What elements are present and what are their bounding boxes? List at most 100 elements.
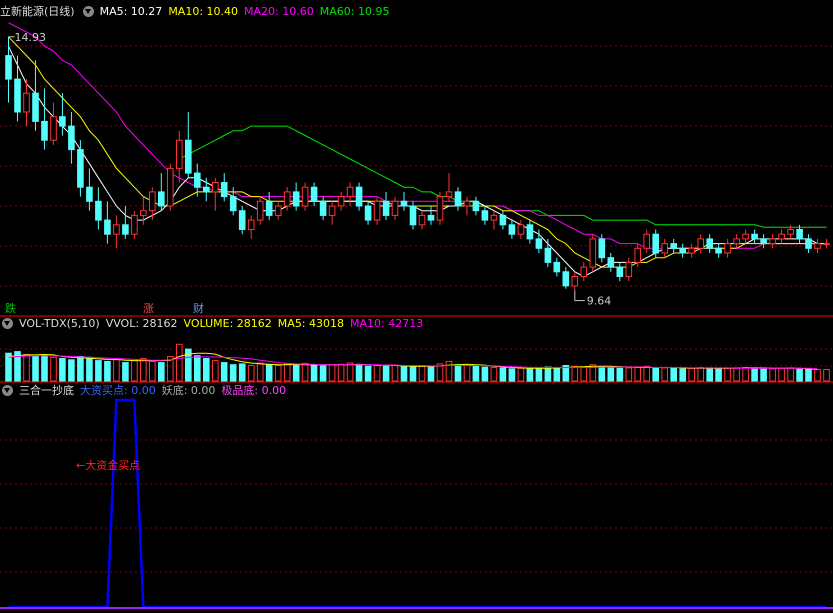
volume-bar <box>220 362 228 382</box>
volume-bar <box>445 360 453 382</box>
high-marker: 14.93 <box>14 31 46 44</box>
candle-body <box>131 214 138 235</box>
volume-bar <box>769 368 776 382</box>
candle-body <box>814 243 821 249</box>
buy-signal-line <box>8 398 827 609</box>
candle-body <box>445 191 453 198</box>
candle-body <box>220 182 228 198</box>
volume-bar <box>292 364 300 382</box>
candle-body <box>463 200 471 207</box>
candle-body <box>319 200 327 216</box>
candle-body <box>310 186 318 202</box>
candle-body <box>805 238 812 249</box>
volume-bar <box>688 367 696 382</box>
candle-body <box>140 210 147 216</box>
volume-bar <box>355 364 363 382</box>
candle-body <box>23 92 30 113</box>
volume-bar <box>382 365 390 382</box>
candle-body <box>760 238 767 245</box>
candle-body <box>14 78 21 113</box>
candle-body <box>409 205 417 226</box>
candle-body <box>301 186 309 207</box>
candle-body <box>481 210 489 221</box>
ma5-label: MA5: 10.27 <box>99 5 163 18</box>
vvol-label: VVOL: 28162 <box>105 317 178 330</box>
candle-body <box>373 200 381 221</box>
volume-bar <box>238 363 246 382</box>
candle-body <box>670 243 678 249</box>
volume-bar <box>805 368 812 382</box>
volume-bar <box>760 367 767 382</box>
candle-body <box>769 238 776 245</box>
candle-body <box>328 205 336 216</box>
volume-collapse-icon[interactable] <box>2 318 13 329</box>
indicator-collapse-icon[interactable] <box>2 385 13 396</box>
volume-bar <box>481 366 489 382</box>
volume-bar <box>364 365 372 382</box>
collapse-icon[interactable] <box>82 6 94 17</box>
volume-bar <box>409 366 417 382</box>
candle-body <box>436 196 444 221</box>
price-panel-header: 立新能源(日线) MA5: 10.27 MA10: 10.40 MA20: 10.60… <box>0 4 395 20</box>
candle-body <box>787 229 794 235</box>
candle-body <box>508 224 516 235</box>
volume-bar <box>68 359 75 382</box>
candle-body <box>355 186 363 207</box>
candle-body <box>724 243 731 254</box>
volume-bar <box>454 364 462 382</box>
indicator-panel[interactable] <box>0 398 833 609</box>
period-label: (日线) <box>44 5 75 18</box>
volume-bar <box>203 358 210 382</box>
signal-rise: 涨 <box>143 302 154 315</box>
candle-body <box>212 182 219 193</box>
chart-stage: 14.93 9.64 <box>0 22 833 609</box>
candle-body <box>517 224 525 235</box>
candle-body <box>32 92 39 122</box>
candle-body <box>5 55 12 80</box>
candle-body <box>715 247 722 254</box>
signal-wealth: 财 <box>193 302 204 315</box>
candle-body <box>104 219 111 235</box>
candle-body <box>571 276 579 287</box>
volume-bar <box>149 360 156 382</box>
price-panel[interactable]: 14.93 9.64 <box>5 22 830 308</box>
volume-bar <box>274 365 282 382</box>
stock-name: 立新能源 <box>0 5 44 18</box>
candle-body <box>203 186 210 193</box>
volume-bar <box>301 362 309 382</box>
volume-bar <box>571 365 579 382</box>
volume-bar <box>607 367 615 382</box>
volume-bar <box>697 367 705 382</box>
volume-bar <box>652 367 660 382</box>
candle-body <box>158 191 165 207</box>
volume-panel[interactable] <box>5 343 830 382</box>
candle-body <box>751 233 758 240</box>
volume-bar <box>796 368 803 382</box>
volume-bar <box>131 360 138 382</box>
candle-body <box>454 191 462 207</box>
candle-body <box>77 149 84 188</box>
best-bottom-label: 极品底: 0.00 <box>221 384 287 397</box>
volume-bar <box>265 364 273 382</box>
candle-body <box>256 200 264 221</box>
candle-body <box>598 238 606 259</box>
volume-label: VOLUME: 28162 <box>183 317 272 330</box>
candle-body <box>778 233 785 240</box>
volume-bar <box>724 367 731 382</box>
volume-bar <box>787 367 794 382</box>
candle-body <box>194 172 201 188</box>
candle-body <box>634 247 642 263</box>
volume-bar <box>634 366 642 382</box>
candle-body <box>616 266 624 278</box>
candle-body <box>580 266 588 278</box>
candle-body <box>364 205 372 221</box>
candle-body <box>229 196 237 212</box>
volume-bar <box>661 367 669 382</box>
candle-body <box>292 191 300 207</box>
candle-body <box>59 116 66 127</box>
volume-bar <box>32 356 39 382</box>
candle-body <box>167 167 174 207</box>
candle-body <box>400 200 408 207</box>
volume-bar <box>59 358 66 382</box>
candle-body <box>490 214 498 221</box>
